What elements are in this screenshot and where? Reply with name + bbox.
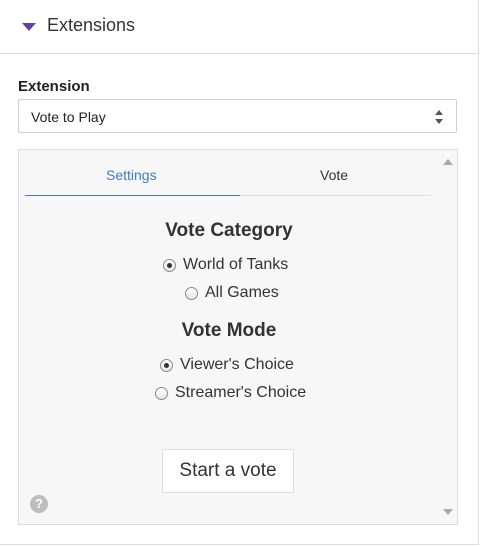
extension-select-value: Vote to Play <box>31 109 106 125</box>
vote-mode-title: Vote Mode <box>181 320 277 341</box>
extension-select[interactable]: Vote to Play <box>18 99 457 133</box>
radio-streamers-choice[interactable]: Streamer's Choice <box>155 384 306 402</box>
extension-label: Extension <box>18 78 90 95</box>
select-arrows-icon <box>435 110 443 124</box>
extensions-panel: Extensions Extension Vote to Play Settin… <box>0 0 479 545</box>
extension-frame: Settings Vote Vote Category World of Tan… <box>18 149 458 525</box>
radio-all-games[interactable]: All Games <box>185 284 279 302</box>
active-tab-indicator <box>25 195 240 196</box>
tab-vote[interactable]: Vote <box>320 167 348 183</box>
extensions-header[interactable]: Extensions <box>0 0 478 54</box>
radio-world-of-tanks[interactable]: World of Tanks <box>163 256 288 274</box>
radio-label: Streamer's Choice <box>175 384 307 401</box>
radio-button-checked[interactable] <box>163 258 176 272</box>
vote-category-title: Vote Category <box>165 220 293 241</box>
scroll-up-arrow-icon[interactable] <box>443 159 453 165</box>
start-vote-button[interactable]: Start a vote <box>162 449 294 493</box>
radio-label: All Games <box>205 284 279 301</box>
radio-button[interactable] <box>155 386 168 400</box>
collapse-caret-icon[interactable] <box>22 23 36 31</box>
tab-bar: Settings Vote <box>25 160 431 196</box>
panel-title: Extensions <box>47 15 136 35</box>
scrollbar[interactable] <box>439 150 457 524</box>
radio-label: Viewer's Choice <box>180 356 294 373</box>
help-icon[interactable]: ? <box>30 495 48 513</box>
radio-viewers-choice[interactable]: Viewer's Choice <box>160 356 294 374</box>
radio-label: World of Tanks <box>183 256 289 273</box>
radio-button[interactable] <box>185 286 198 300</box>
radio-button-checked[interactable] <box>160 358 173 372</box>
scroll-down-arrow-icon[interactable] <box>443 509 453 515</box>
tab-settings[interactable]: Settings <box>106 167 157 183</box>
